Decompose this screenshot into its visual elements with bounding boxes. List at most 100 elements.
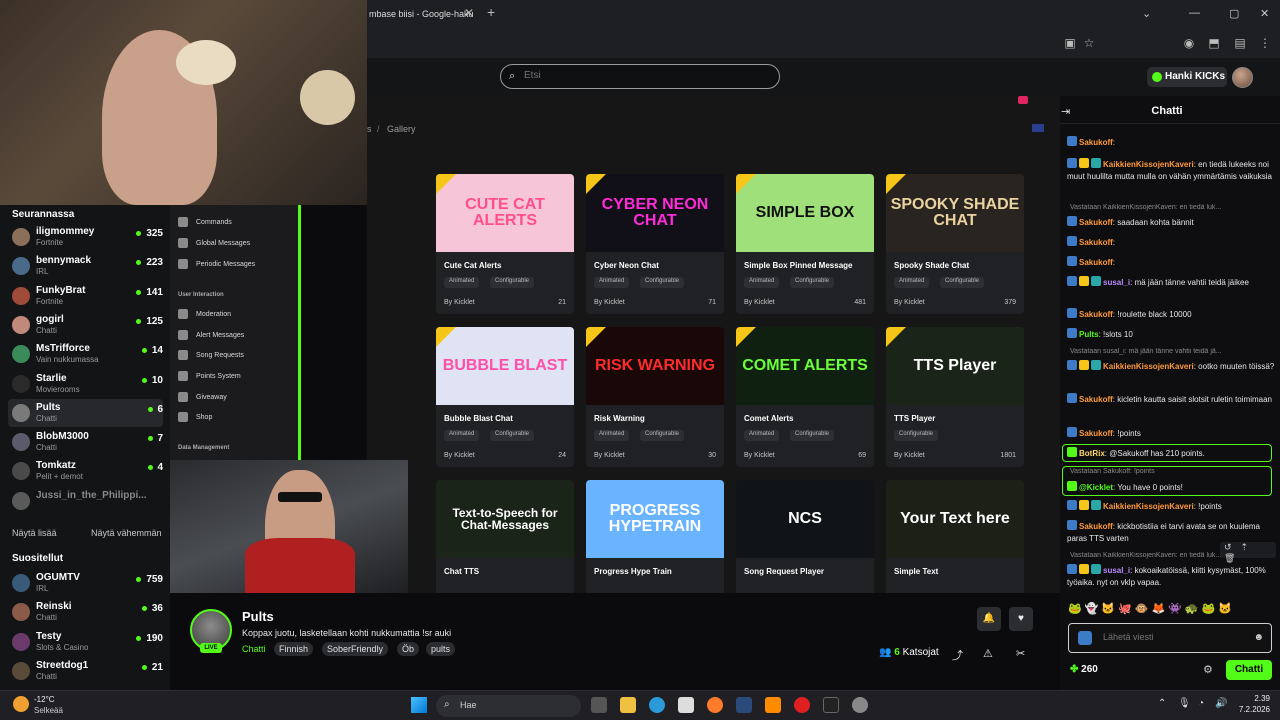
follow-heart-button[interactable]: ♥ [1009,607,1033,631]
stream-tag[interactable]: Öb [397,642,420,656]
emoji-icon[interactable]: ☻ [1253,632,1264,643]
gear-icon[interactable]: ⚙ [1203,663,1213,676]
sidebar-item-blobm3000[interactable]: BlobM3000 Chatti 7 [8,428,163,456]
chat-username[interactable]: Sakukoff [1079,238,1113,247]
windows-start-icon[interactable] [411,697,427,713]
report-icon[interactable]: ⚠ [983,647,993,660]
new-tab-icon[interactable]: + [487,4,495,20]
chat-input[interactable] [1103,632,1243,642]
send-chat-button[interactable]: Chatti [1226,660,1272,680]
chat-username[interactable]: Sakukoff [1079,310,1113,319]
sidebar-item-reinski[interactable]: Reinski Chatti 36 [8,598,163,626]
menu-points-system[interactable]: Points System [178,371,241,385]
stream-video[interactable]: s / Gallery CUTE CAT ALERTS Cute Cat Aler… [367,96,1060,594]
close-window-icon[interactable]: ✕ [1260,7,1269,20]
sidebar-item-testy[interactable]: Testy Slots & Casino 190 [8,628,163,656]
clock-time[interactable]: 2.39 [1220,694,1270,703]
chevron-down-icon[interactable]: ⌄ [1142,7,1151,20]
profile-icon[interactable]: ◉ [1182,36,1196,50]
opera-icon[interactable] [794,697,810,713]
chat-username[interactable]: Sakukoff [1079,395,1113,404]
overlay-card[interactable]: CYBER NEON CHAT Cyber Neon Chat Animated Co… [586,174,724,314]
firefox-icon[interactable] [707,697,723,713]
chat-username[interactable]: KaikkienKissojenKaveri [1103,502,1194,511]
settings-app-icon[interactable] [852,697,868,713]
menu-moderation[interactable]: Moderation [178,309,231,323]
microphone-icon[interactable]: 🎙 [1178,698,1191,709]
task-view-icon[interactable] [591,697,607,713]
tab-close-icon[interactable]: ✕ [464,6,474,20]
overlay-card[interactable]: COMET ALERTS Comet Alerts Animated Configur… [736,327,874,467]
stream-tag[interactable]: pults [426,642,456,656]
terminal-icon[interactable] [823,697,839,713]
sidebar-item-mstrifforce[interactable]: MsTrifforce Vain nukkumassa 14 [8,340,163,368]
chat-input-box[interactable]: ☻ [1068,623,1272,653]
menu-alert-messages[interactable]: Alert Messages [178,330,244,344]
channel-name[interactable]: Pults [242,609,274,624]
wifi-icon[interactable]: ◔ [1198,698,1204,709]
stream-tag[interactable]: SoberFriendly [322,642,389,656]
chat-username[interactable]: Sakukoff [1079,429,1113,438]
minimize-icon[interactable]: — [1189,7,1200,19]
screen-icon[interactable]: ▣ [1063,36,1077,50]
overlay-card[interactable]: Your Text here Simple Text [886,480,1024,594]
taskbar-search[interactable]: ⌕ Hae [436,695,581,717]
channel-points[interactable]: ✤ 260 [1070,664,1098,675]
sidebar-item-pults[interactable]: Pults Chatti 6 [8,398,163,427]
chat-username[interactable]: BotRix [1079,449,1105,458]
stream-tag[interactable]: Finnish [274,642,314,656]
overlay-card[interactable]: SIMPLE BOX Simple Box Pinned Message Anima… [736,174,874,314]
menu-periodic-messages[interactable]: Periodic Messages [178,259,255,273]
vlc-icon[interactable] [765,697,781,713]
chat-username[interactable]: KaikkienKissojenKaveri [1103,362,1194,371]
sidebar-item-starlie[interactable]: Starlie Movierooms 10 [8,370,163,398]
sidebar-item-jussi-in-the-philippi-[interactable]: Jussi_in_the_Philippi... [8,487,163,515]
edge-icon[interactable] [649,697,665,713]
clip-icon[interactable]: ✂ [1016,647,1025,660]
sidebar-item-funkybrat[interactable]: FunkyBrat Fortnite 141 [8,282,163,310]
emote-bar[interactable]: 🐸👻🐱🐙🐵🦊👾🐢🐸🐱 [1068,602,1235,615]
overlay-card[interactable]: SPOOKY SHADE CHAT Spooky Shade Chat Animat… [886,174,1024,314]
get-kicks-button[interactable]: Hanki KICKs [1147,67,1227,87]
stream-category[interactable]: Chatti [242,644,266,654]
overlay-card[interactable]: RISK WARNING Risk Warning Animated Configur… [586,327,724,467]
show-more-link[interactable]: Näytä lisää [12,528,57,538]
search-input[interactable] [524,70,764,81]
menu-shop[interactable]: Shop [178,412,212,426]
overlay-card[interactable]: NCS Song Request Player [736,480,874,594]
menu-global-messages[interactable]: Global Messages [178,238,250,252]
chat-username[interactable]: Sakukoff [1079,522,1113,531]
browser-tab-title[interactable]: mbase biisi - Google-haku [369,9,474,19]
menu-giveaway[interactable]: Giveaway [178,392,227,406]
message-actions[interactable]: ↺⇡🗑 [1220,542,1276,563]
store-icon[interactable] [678,697,694,713]
menu-icon[interactable]: ⋮ [1258,36,1272,50]
notification-bell-button[interactable]: 🔔 [977,607,1001,631]
extension-red-icon[interactable]: ▤ [1233,36,1247,50]
extensions-icon[interactable]: ⬒ [1207,36,1221,50]
overlay-card[interactable]: Text-to-Speech for Chat-Messages Chat TTS [436,480,574,594]
sidebar-item-ogumtv[interactable]: OGUMTV IRL 759 [8,569,163,597]
share-icon[interactable]: ⤴ [952,647,963,663]
overlay-card[interactable]: PROGRESS HYPETRAIN Progress Hype Train [586,480,724,594]
file-explorer-icon[interactable] [620,697,636,713]
chat-username[interactable]: KaikkienKissojenKaveri [1103,160,1194,169]
search-bar[interactable]: ⌕ [500,64,780,89]
menu-song-requests[interactable]: Song Requests [178,350,244,364]
chat-username[interactable]: susal_i [1103,278,1130,287]
chat-username[interactable]: Sakukoff [1079,218,1113,227]
chat-username[interactable]: Sakukoff [1079,138,1113,147]
sidebar-item-gogirl[interactable]: gogirl Chatti 125 [8,311,163,339]
sidebar-item-iligmommey[interactable]: iligmommey Fortnite 325 [8,223,163,251]
chat-username[interactable]: susal_i [1103,566,1130,575]
chat-username[interactable]: @Kicklet [1079,483,1113,492]
sidebar-item-streetdog1[interactable]: Streetdog1 Chatti 21 [8,657,163,685]
weather-icon[interactable] [13,696,29,712]
chat-username[interactable]: Sakukoff [1079,258,1113,267]
clock-date[interactable]: 7.2.2026 [1220,705,1270,714]
overlay-card[interactable]: BUBBLE BLAST Bubble Blast Chat Animated Con… [436,327,574,467]
overlay-card[interactable]: CUTE CAT ALERTS Cute Cat Alerts Animated Co… [436,174,574,314]
overlay-card[interactable]: TTS Player TTS Player Configurable By Kickl… [886,327,1024,467]
bookmark-star-icon[interactable]: ☆ [1082,36,1096,50]
steam-icon[interactable] [736,697,752,713]
